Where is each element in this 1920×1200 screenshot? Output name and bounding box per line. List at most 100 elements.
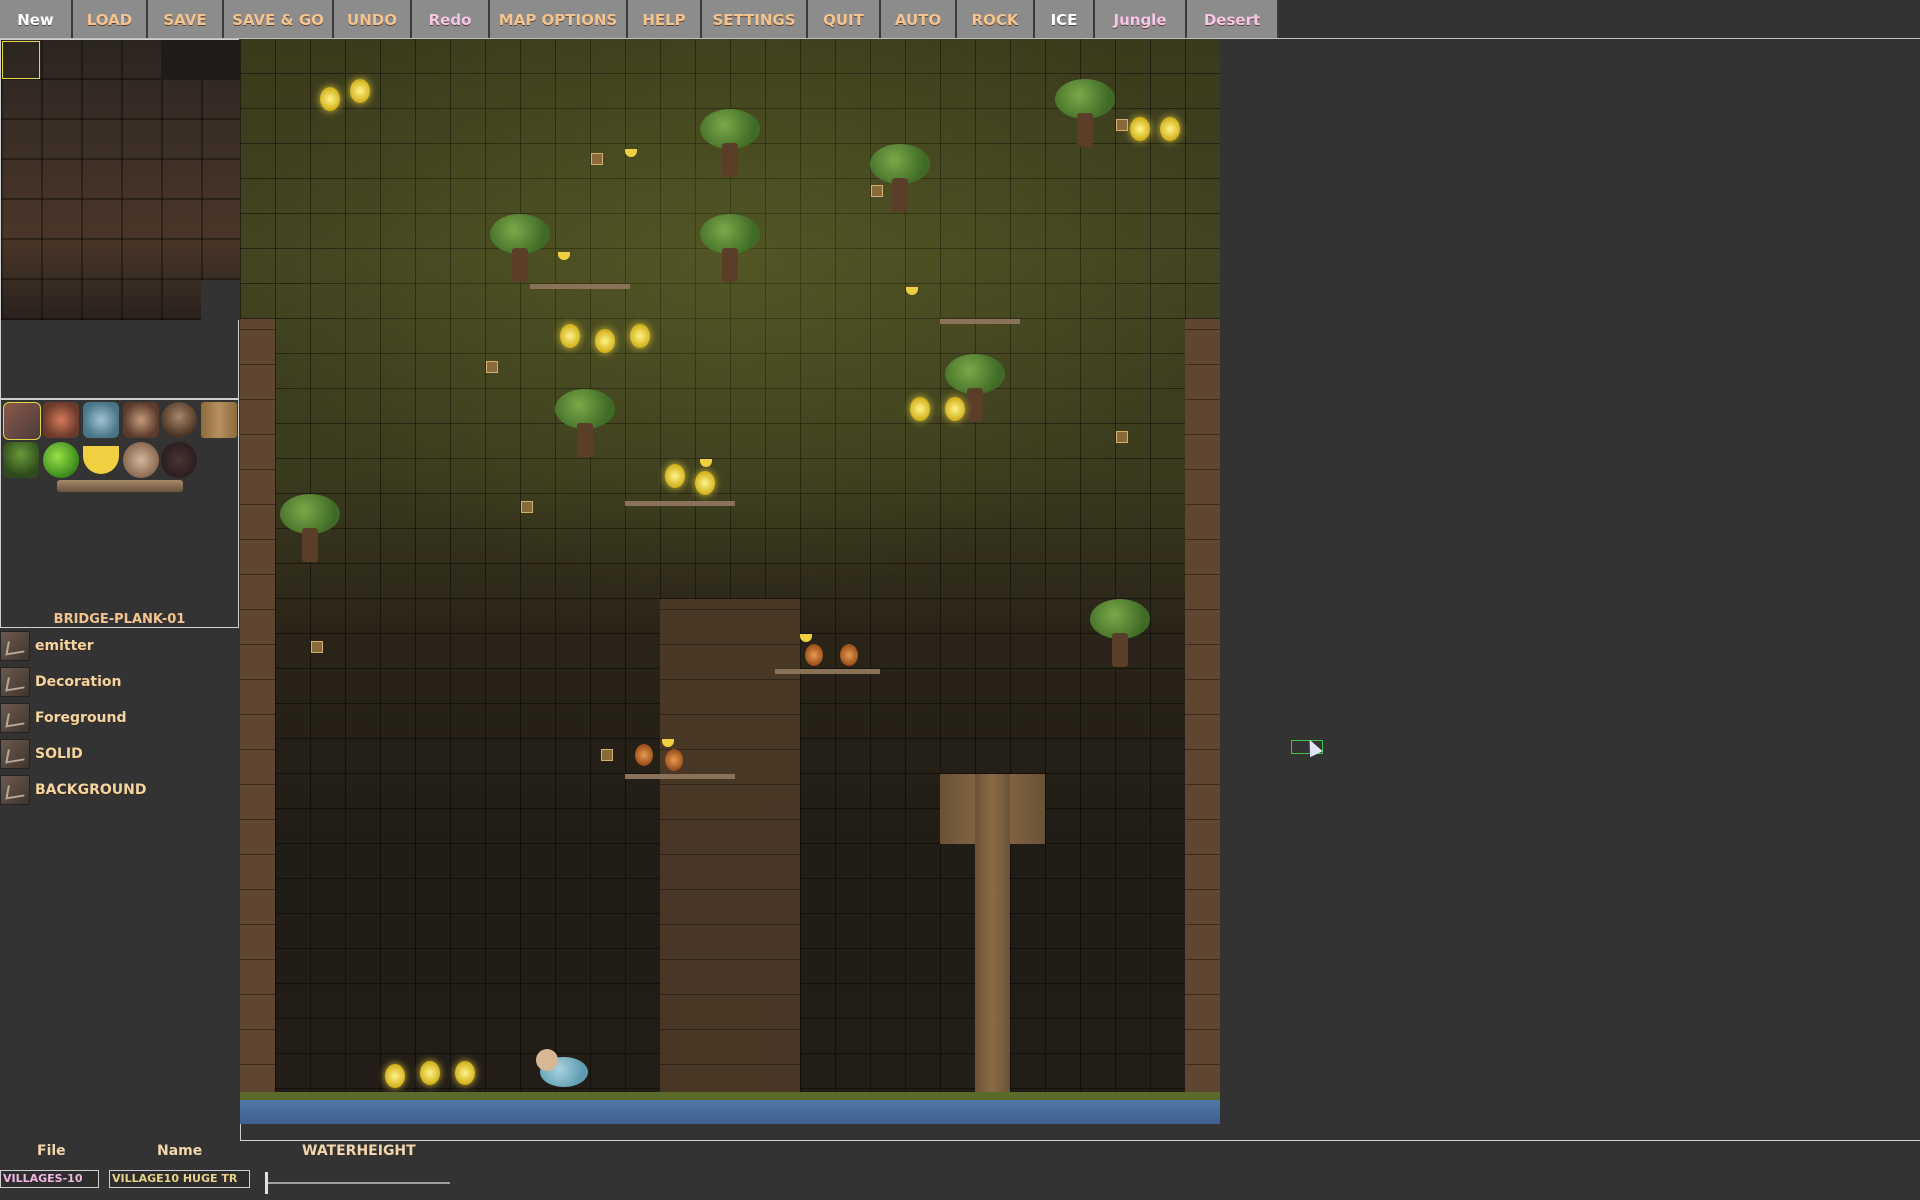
tree-object[interactable] xyxy=(700,109,760,179)
quit-button[interactable]: QUIT xyxy=(808,0,881,39)
bridge-plank[interactable] xyxy=(530,284,630,289)
gold-lantern[interactable] xyxy=(1160,117,1180,141)
tree-object[interactable] xyxy=(1055,79,1115,149)
gold-lantern[interactable] xyxy=(350,79,370,103)
crate-object[interactable] xyxy=(1116,119,1128,131)
object-palette[interactable] xyxy=(0,399,239,628)
file-label: File xyxy=(37,1143,66,1159)
rock-column xyxy=(660,599,800,1099)
layer-emitter-label: emitter xyxy=(35,638,94,654)
gold-lantern[interactable] xyxy=(910,397,930,421)
banana-object[interactable] xyxy=(83,446,119,474)
checkbox-icon[interactable] xyxy=(0,739,30,769)
map-options-button[interactable]: MAP OPTIONS xyxy=(490,0,628,39)
left-rock-wall xyxy=(240,319,275,1099)
desert-theme-button[interactable]: Desert xyxy=(1187,0,1279,39)
water-surface xyxy=(240,1100,1220,1124)
dark-orb-object[interactable] xyxy=(161,442,197,478)
tile-slot-top[interactable] xyxy=(161,40,240,80)
tree-object[interactable] xyxy=(490,214,550,284)
tree-object[interactable] xyxy=(870,144,930,214)
bridge-plank[interactable] xyxy=(940,319,1020,324)
orange-lantern[interactable] xyxy=(840,644,858,666)
right-rock-wall xyxy=(1185,319,1220,1099)
gold-lantern[interactable] xyxy=(1130,117,1150,141)
gold-lantern[interactable] xyxy=(695,471,715,495)
name-field[interactable]: VILLAGE10 HUGE TR xyxy=(109,1170,250,1188)
waterheight-slider-handle[interactable] xyxy=(265,1172,268,1194)
villager-object[interactable] xyxy=(123,402,159,438)
layer-foreground-row[interactable]: Foreground xyxy=(0,703,127,733)
tree-object[interactable] xyxy=(1090,599,1150,669)
tree-object[interactable] xyxy=(280,494,340,564)
layer-decoration-row[interactable]: Decoration xyxy=(0,667,121,697)
gold-lantern[interactable] xyxy=(665,464,685,488)
player-dragon[interactable] xyxy=(530,1049,590,1087)
checkbox-icon[interactable] xyxy=(0,631,30,661)
gold-lantern[interactable] xyxy=(455,1061,475,1085)
auto-button[interactable]: AUTO xyxy=(881,0,957,39)
name-label: Name xyxy=(157,1143,203,1159)
undo-button[interactable]: UNDO xyxy=(334,0,412,39)
gold-lantern[interactable] xyxy=(420,1061,440,1085)
gold-lantern[interactable] xyxy=(320,87,340,111)
orange-lantern[interactable] xyxy=(665,749,683,771)
waterheight-slider[interactable] xyxy=(265,1182,450,1184)
layer-solid-label: SOLID xyxy=(35,746,83,762)
tile-slot-empty xyxy=(201,280,240,320)
selected-object-name: BRIDGE-PLANK-01 xyxy=(53,612,186,627)
bird-object[interactable] xyxy=(43,402,79,438)
save-and-go-button[interactable]: SAVE & GO xyxy=(224,0,334,39)
tile-grid[interactable] xyxy=(1,40,240,320)
bridge-plank[interactable] xyxy=(625,774,735,779)
crate-object[interactable] xyxy=(591,153,603,165)
bridge-plank[interactable] xyxy=(625,501,735,506)
tree-object[interactable] xyxy=(700,214,760,284)
dragon-fish-object[interactable] xyxy=(83,402,119,438)
map-canvas[interactable] xyxy=(240,39,1220,1124)
volcano-rock-object[interactable] xyxy=(3,402,41,440)
gold-lantern[interactable] xyxy=(385,1064,405,1088)
help-button[interactable]: HELP xyxy=(628,0,702,39)
gold-lantern[interactable] xyxy=(945,397,965,421)
tile-selection-highlight xyxy=(2,41,40,79)
new-button[interactable]: New xyxy=(0,0,73,39)
tile-palette[interactable] xyxy=(0,39,240,399)
redo-button[interactable]: Redo xyxy=(412,0,490,39)
save-button[interactable]: SAVE xyxy=(148,0,224,39)
orange-lantern[interactable] xyxy=(635,744,653,766)
ice-theme-button[interactable]: ICE xyxy=(1035,0,1095,39)
banana-object[interactable] xyxy=(800,634,812,642)
bridge-plank-object[interactable] xyxy=(57,480,183,492)
coconut-object[interactable] xyxy=(123,442,159,478)
bridge-plank[interactable] xyxy=(775,669,880,674)
waterheight-label: WATERHEIGHT xyxy=(302,1143,416,1159)
apple-object[interactable] xyxy=(43,442,79,478)
file-field[interactable]: VILLAGES-10 xyxy=(0,1170,99,1188)
crate-object[interactable] xyxy=(521,501,533,513)
settings-button[interactable]: SETTINGS xyxy=(702,0,808,39)
checkbox-icon[interactable] xyxy=(0,775,30,805)
crate-object[interactable] xyxy=(201,402,237,438)
orange-lantern[interactable] xyxy=(805,644,823,666)
blob-monster-object[interactable] xyxy=(161,402,197,438)
crate-object[interactable] xyxy=(1116,431,1128,443)
gold-lantern[interactable] xyxy=(630,324,650,348)
checkbox-icon[interactable] xyxy=(0,667,30,697)
gold-lantern[interactable] xyxy=(560,324,580,348)
layer-solid-row[interactable]: SOLID xyxy=(0,739,83,769)
crate-object[interactable] xyxy=(871,185,883,197)
tree-object[interactable] xyxy=(555,389,615,459)
layer-background-row[interactable]: BACKGROUND xyxy=(0,775,147,805)
tree-object[interactable] xyxy=(3,442,39,478)
load-button[interactable]: LOAD xyxy=(73,0,148,39)
rock-theme-button[interactable]: ROCK xyxy=(957,0,1035,39)
layer-emitter-row[interactable]: emitter xyxy=(0,631,94,661)
crate-object[interactable] xyxy=(486,361,498,373)
gold-lantern[interactable] xyxy=(595,329,615,353)
checkbox-icon[interactable] xyxy=(0,703,30,733)
crate-object[interactable] xyxy=(311,641,323,653)
jungle-theme-button[interactable]: Jungle xyxy=(1095,0,1187,39)
crate-object[interactable] xyxy=(601,749,613,761)
layer-foreground-label: Foreground xyxy=(35,710,127,726)
